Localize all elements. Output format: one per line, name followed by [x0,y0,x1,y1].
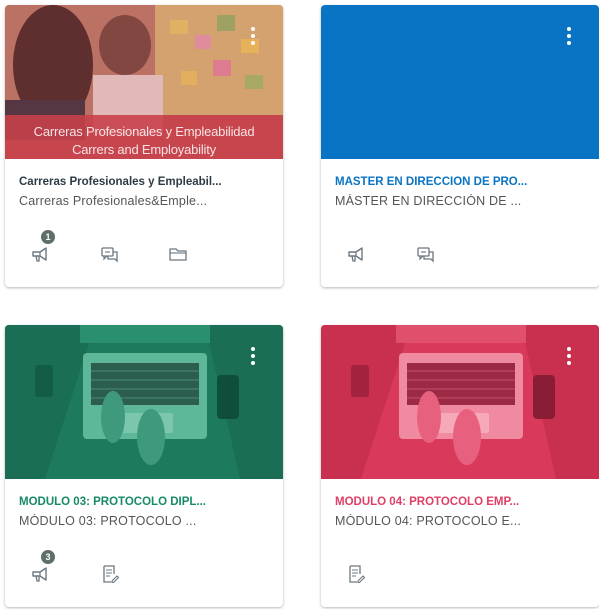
announcements-button[interactable]: 3 [29,550,55,585]
course-card[interactable]: MÁSTER EN DIRECCIÓN DE PRO... MÁSTER EN … [321,5,599,287]
kebab-dot [251,34,255,38]
course-card[interactable]: MÓDULO 03: PROTOCOLO DIPL... MÓDULO 03: … [5,325,283,607]
course-card-hero[interactable] [321,325,599,479]
kebab-dot [251,41,255,45]
course-code: Carreras Profesionales&Emple... [19,194,208,208]
announcements-button[interactable]: 1 [29,230,55,265]
kebab-dot [567,354,571,358]
kebab-dot [251,354,255,358]
course-image [5,325,283,479]
kebab-dot [567,347,571,351]
card-actions [321,563,599,589]
kebab-dot [567,41,571,45]
announcements-icon [32,247,47,262]
kebab-dot [567,27,571,31]
dashboard-card-grid: Carreras Profesionales y Empleabilidad C… [0,0,599,609]
files-icon [169,248,187,261]
discussions-button[interactable] [415,243,437,265]
course-card[interactable]: MÓDULO 04: PROTOCOLO EMP... MÓDULO 04: P… [321,325,599,607]
card-actions: 1 [5,230,283,269]
assignments-button[interactable] [99,563,121,585]
kebab-dot [251,27,255,31]
course-title-link[interactable]: Carreras Profesionales y Empleabil... [19,176,269,188]
course-title-link[interactable]: MÓDULO 03: PROTOCOLO DIPL... [19,496,269,508]
course-title-link[interactable]: MÓDULO 04: PROTOCOLO EMP... [335,496,585,508]
card-options-button[interactable] [561,25,577,51]
course-code: MÓDULO 03: PROTOCOLO ... [19,514,197,528]
course-title-link[interactable]: MÁSTER EN DIRECCIÓN DE PRO... [335,176,585,188]
course-image [321,325,599,479]
card-options-button[interactable] [561,345,577,371]
course-card-hero[interactable]: Carreras Profesionales y Empleabilidad C… [5,5,283,159]
caption-line: Carrers and Employability [72,142,216,157]
assignments-icon [349,565,366,584]
assignments-icon [103,565,120,584]
card-options-button[interactable] [245,345,261,371]
course-code: MÁSTER EN DIRECCIÓN DE ... [335,194,522,208]
course-card-hero[interactable] [321,5,599,159]
files-button[interactable] [167,243,189,265]
kebab-dot [567,34,571,38]
course-code: MÓDULO 04: PROTOCOLO E... [335,514,522,528]
kebab-dot [251,347,255,351]
discussions-icon [417,247,434,263]
announcements-icon [32,567,47,582]
announcements-icon [348,247,363,262]
caption-line: Carreras Profesionales y Empleabilidad [33,124,255,139]
course-image-caption: Carreras Profesionales y Empleabilidad C… [5,123,283,159]
course-card-hero[interactable] [5,325,283,479]
kebab-dot [251,361,255,365]
card-actions [321,243,599,269]
card-actions: 3 [5,550,283,589]
kebab-dot [567,361,571,365]
unread-badge: 3 [41,550,55,564]
course-card[interactable]: Carreras Profesionales y Empleabilidad C… [5,5,283,287]
card-options-button[interactable] [245,25,261,51]
announcements-button[interactable] [345,243,367,265]
unread-badge: 1 [41,230,55,244]
discussions-icon [101,247,118,263]
discussions-button[interactable] [99,243,121,265]
assignments-button[interactable] [345,563,367,585]
